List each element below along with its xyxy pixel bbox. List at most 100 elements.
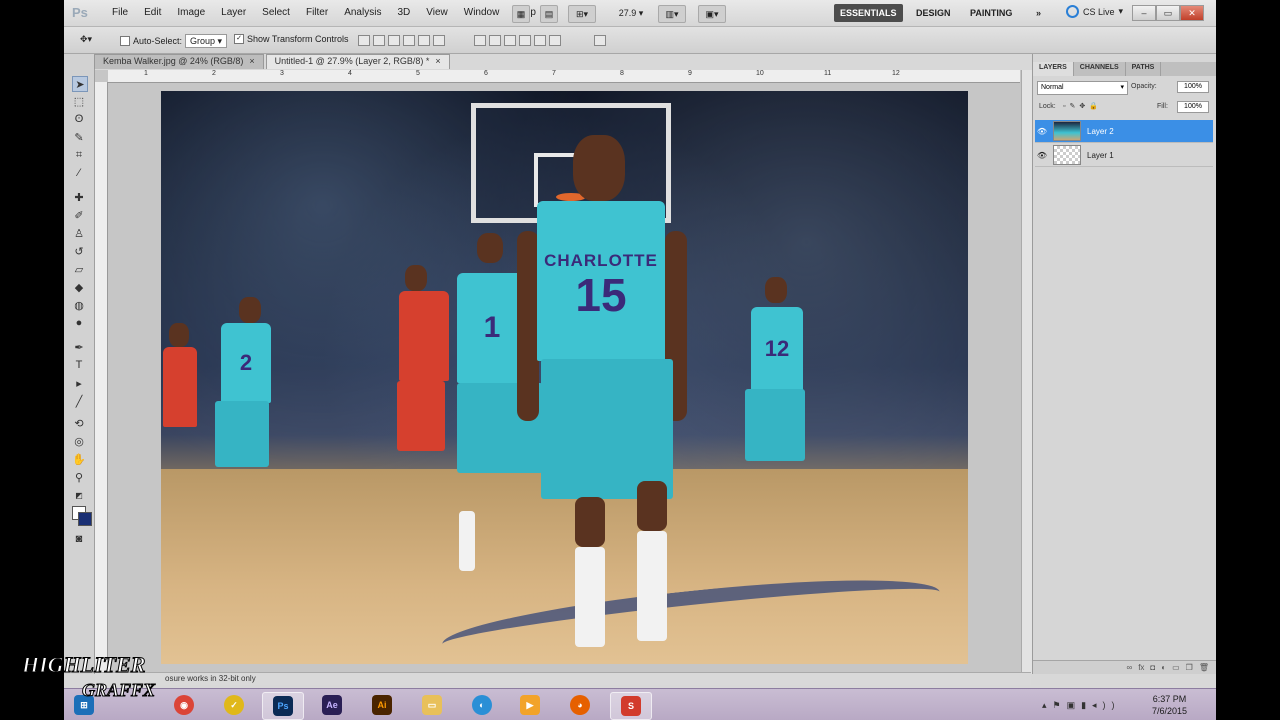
maximize-button[interactable]: ▭ (1156, 5, 1180, 21)
lasso-tool-icon[interactable]: ʘ (72, 112, 86, 126)
path-selection-tool-icon[interactable]: ▸ (72, 376, 86, 390)
distribute-hcenter-icon[interactable] (534, 35, 546, 46)
blur-tool-icon[interactable]: ◍ (72, 298, 86, 312)
show-transform-controls[interactable]: ✓ Show Transform Controls (234, 34, 349, 44)
layer-style-icon[interactable]: fx (1138, 663, 1144, 672)
layer-row-layer-1[interactable]: 👁 Layer 1 (1035, 144, 1213, 167)
ruler-horizontal[interactable]: 1 2 3 4 5 6 7 8 9 10 11 12 (108, 70, 1020, 83)
taskbar-after-effects[interactable]: Ae (312, 692, 352, 718)
taskbar-photoshop[interactable]: Ps (262, 692, 304, 720)
workspace-essentials[interactable]: ESSENTIALS (834, 4, 903, 22)
align-hcenter-icon[interactable] (418, 35, 430, 46)
minimize-button[interactable]: – (1132, 5, 1156, 21)
paint-bucket-tool-icon[interactable]: ◆ (72, 280, 86, 294)
close-button[interactable]: ✕ (1180, 5, 1204, 21)
pen-tool-icon[interactable]: ✒ (72, 340, 86, 354)
clone-stamp-tool-icon[interactable]: ♙ (72, 226, 86, 240)
auto-select-box[interactable] (120, 36, 130, 46)
view-extras-icon[interactable]: ⊞▾ (568, 5, 596, 23)
clock[interactable]: 6:37 PM 7/6/2015 (1152, 693, 1187, 717)
system-tray[interactable]: ▴⚑▣▮◂)) (1042, 700, 1121, 711)
menu-filter[interactable]: Filter (298, 7, 336, 18)
move-tool-icon[interactable]: ➤ (72, 76, 88, 92)
eyedropper-tool-icon[interactable]: ⁄ (72, 166, 86, 180)
zoom-level[interactable]: 27.9 ▾ (612, 5, 650, 21)
delete-layer-icon[interactable]: 🗑 (1199, 663, 1209, 672)
mini-bridge-icon[interactable]: ▤ (540, 5, 558, 23)
zoom-tool-icon[interactable]: ⚲ (72, 470, 86, 484)
align-bottom-icon[interactable] (388, 35, 400, 46)
menu-layer[interactable]: Layer (213, 7, 254, 18)
line-tool-icon[interactable]: ╱ (72, 394, 86, 408)
taskbar-snagit[interactable]: S (610, 692, 652, 720)
lock-icons[interactable]: ▫✎✥🔒 (1063, 102, 1102, 110)
marquee-tool-icon[interactable]: ⬚ (72, 94, 86, 108)
adjustment-layer-icon[interactable]: ◐ (1161, 663, 1166, 672)
layer-row-layer-2[interactable]: 👁 Layer 2 (1035, 120, 1213, 143)
taskbar-player[interactable]: ▶ (510, 692, 550, 718)
screen-mode-icon[interactable]: ▣▾ (698, 5, 726, 23)
show-transform-checkbox[interactable]: ✓ (234, 34, 244, 44)
menu-analysis[interactable]: Analysis (336, 7, 389, 18)
add-mask-icon[interactable]: ◘ (1150, 663, 1155, 672)
tab-kemba-walker[interactable]: Kemba Walker.jpg @ 24% (RGB/8) × (94, 54, 264, 69)
tab-close-icon[interactable]: × (435, 56, 440, 68)
cs-live-button[interactable]: CS Live ▾ (1066, 5, 1123, 18)
distribute-bottom-icon[interactable] (504, 35, 516, 46)
taskbar-explorer[interactable]: ▭ (412, 692, 452, 718)
default-colors-icon[interactable]: ◩ (72, 488, 86, 502)
distribute-top-icon[interactable] (474, 35, 486, 46)
dodge-tool-icon[interactable]: ● (72, 316, 86, 330)
quick-mask-icon[interactable]: ◙ (72, 532, 86, 546)
brush-tool-icon[interactable]: ✐ (72, 208, 86, 222)
crop-tool-icon[interactable]: ⌗ (72, 148, 86, 162)
distribute-right-icon[interactable] (549, 35, 561, 46)
link-layers-icon[interactable]: ∞ (1126, 663, 1132, 672)
healing-brush-tool-icon[interactable]: ✚ (72, 190, 86, 204)
menu-window[interactable]: Window (456, 7, 508, 18)
distribute-left-icon[interactable] (519, 35, 531, 46)
tab-untitled-1[interactable]: Untitled-1 @ 27.9% (Layer 2, RGB/8) * × (265, 54, 450, 69)
eraser-tool-icon[interactable]: ▱ (72, 262, 86, 276)
tab-close-icon[interactable]: × (249, 56, 254, 68)
blend-mode-dropdown[interactable]: Normal ▾ (1037, 81, 1128, 95)
auto-select-checkbox[interactable]: Auto-Select: Group ▾ (120, 34, 228, 48)
taskbar-illustrator[interactable]: Ai (362, 692, 402, 718)
fill-field[interactable]: 100% (1177, 101, 1209, 113)
menu-edit[interactable]: Edit (136, 7, 169, 18)
visibility-eye-icon[interactable]: 👁 (1035, 127, 1049, 136)
menu-3d[interactable]: 3D (389, 7, 418, 18)
ruler-vertical[interactable] (95, 82, 108, 674)
align-left-icon[interactable] (403, 35, 415, 46)
tab-layers[interactable]: LAYERS (1033, 62, 1074, 76)
opacity-field[interactable]: 100% (1177, 81, 1209, 93)
menu-view[interactable]: View (418, 7, 456, 18)
auto-align-icon[interactable] (594, 35, 606, 46)
workspace-more[interactable]: » (1030, 4, 1047, 22)
history-brush-tool-icon[interactable]: ↺ (72, 244, 86, 258)
workspace-design[interactable]: DESIGN (910, 4, 957, 22)
hand-tool-icon[interactable]: ✋ (72, 452, 86, 466)
arrange-documents-icon[interactable]: ▥▾ (658, 5, 686, 23)
menu-select[interactable]: Select (254, 7, 298, 18)
tab-paths[interactable]: PATHS (1126, 62, 1162, 76)
taskbar-norton[interactable]: ✓ (214, 692, 254, 718)
align-vcenter-icon[interactable] (373, 35, 385, 46)
background-color-swatch[interactable] (78, 512, 92, 526)
auto-select-dropdown[interactable]: Group ▾ (185, 34, 228, 48)
taskbar-media[interactable]: ◐ (462, 692, 502, 718)
new-layer-icon[interactable]: ❐ (1186, 663, 1193, 672)
tab-channels[interactable]: CHANNELS (1074, 62, 1126, 76)
canvas-image[interactable]: 2 1 CHARLOTTE 15 12 (161, 91, 968, 664)
new-group-icon[interactable]: ▭ (1172, 663, 1180, 672)
align-right-icon[interactable] (433, 35, 445, 46)
align-top-icon[interactable] (358, 35, 370, 46)
3d-rotate-tool-icon[interactable]: ⟲ (72, 416, 86, 430)
move-tool-preset[interactable]: ✥▾ (80, 34, 92, 45)
taskbar-firefox[interactable]: ◕ (560, 692, 600, 718)
vertical-scrollbar[interactable] (1021, 70, 1032, 674)
distribute-vcenter-icon[interactable] (489, 35, 501, 46)
menu-image[interactable]: Image (169, 7, 213, 18)
type-tool-icon[interactable]: T (72, 358, 86, 372)
bridge-icon[interactable]: ▦ (512, 5, 530, 23)
